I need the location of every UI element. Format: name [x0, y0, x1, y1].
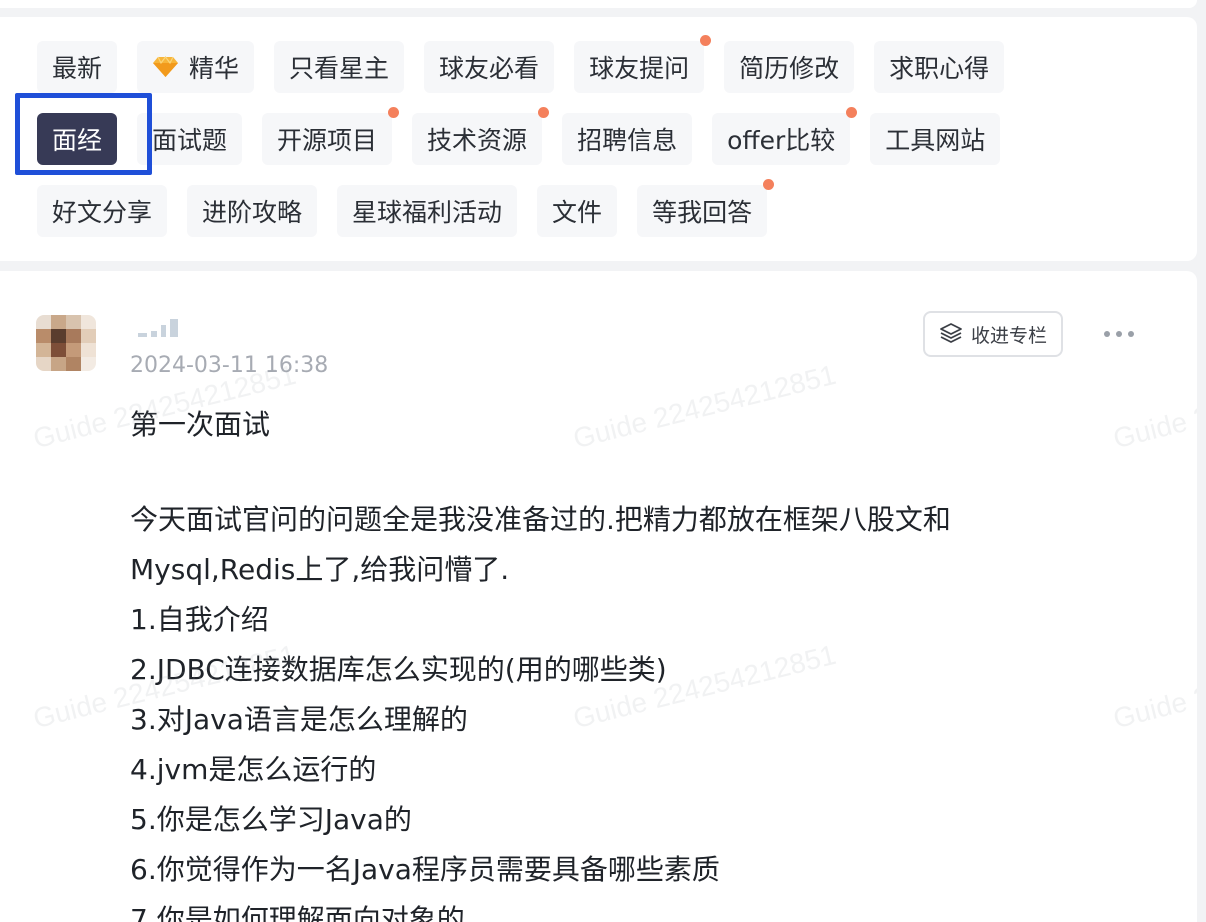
tag-面经[interactable]: 面经 [37, 113, 118, 165]
tag-row-1: 最新 精华 只看星主 球友必看 球友提问 简历修改 求职心得 [37, 35, 1005, 93]
diamond-icon [152, 55, 179, 79]
post-title: 第一次面试 [130, 408, 271, 441]
tag-label: 招聘信息 [577, 126, 678, 155]
tag-label: 星球福利活动 [352, 198, 503, 227]
tag-label: 文件 [552, 198, 603, 227]
top-strip [0, 0, 1197, 8]
tag-球友提问[interactable]: 球友提问 [574, 35, 712, 93]
notification-dot [538, 107, 550, 118]
notification-dot [388, 107, 400, 118]
tag-只看星主[interactable]: 只看星主 [274, 41, 405, 93]
tag-label: 等我回答 [652, 198, 753, 227]
tag-label: 面经 [52, 126, 103, 155]
tag-label: 进阶攻略 [202, 198, 303, 227]
post-content: 今天面试官问的问题全是我没准备过的.把精力都放在框架八股文和 Mysql,Redi… [130, 495, 1130, 922]
tag-label: offer比较 [727, 126, 836, 155]
collect-label: 收进专栏 [970, 324, 1047, 347]
post-timestamp: 2024-03-11 16:38 [130, 353, 329, 378]
tag-好文分享[interactable]: 好文分享 [37, 185, 168, 237]
tag-简历修改[interactable]: 简历修改 [724, 41, 855, 93]
tag-label: 求职心得 [889, 54, 990, 83]
more-options-icon[interactable] [1104, 326, 1140, 342]
tag-技术资源[interactable]: 技术资源 [412, 107, 550, 165]
tag-工具网站[interactable]: 工具网站 [870, 113, 1001, 165]
tag-label: 只看星主 [289, 54, 390, 83]
tag-label: 开源项目 [277, 126, 378, 155]
stack-icon [939, 321, 963, 348]
post-line: 6.你觉得作为一名Java程序员需要具备哪些素质 [130, 853, 720, 886]
notification-dot [846, 107, 858, 118]
post-line: 4.jvm是怎么运行的 [130, 753, 377, 786]
tag-offer比较[interactable]: offer比较 [712, 107, 858, 165]
tag-label: 球友提问 [589, 54, 690, 83]
post-line: 7.你是如何理解面向对象的 [130, 903, 465, 922]
post-line: Mysql,Redis上了,给我问懵了. [130, 553, 510, 586]
tag-label: 球友必看 [439, 54, 540, 83]
tag-进阶攻略[interactable]: 进阶攻略 [187, 185, 318, 237]
tag-label: 最新 [52, 54, 103, 83]
tag-label: 面试题 [152, 126, 228, 155]
post-line: 5.你是怎么学习Java的 [130, 803, 412, 836]
post-line: 3.对Java语言是怎么理解的 [130, 703, 468, 736]
post-card: 2024-03-11 16:38 收进专栏 第一次面试 今天面试官问的问题全是我… [0, 271, 1197, 922]
tag-星球福利活动[interactable]: 星球福利活动 [337, 185, 518, 237]
tag-招聘信息[interactable]: 招聘信息 [562, 113, 693, 165]
collect-to-column-button[interactable]: 收进专栏 [923, 311, 1063, 357]
tag-label: 技术资源 [427, 126, 528, 155]
post-line: 1.自我介绍 [130, 603, 269, 636]
tag-求职心得[interactable]: 求职心得 [874, 41, 1005, 93]
tag-精华[interactable]: 精华 [137, 41, 255, 93]
tag-开源项目[interactable]: 开源项目 [262, 107, 400, 165]
tag-label: 简历修改 [739, 54, 840, 83]
tag-row-3: 好文分享 进阶攻略 星球福利活动 文件 等我回答 [37, 179, 775, 237]
post-line: 今天面试官问的问题全是我没准备过的.把精力都放在框架八股文和 [130, 503, 951, 536]
post-line: 2.JDBC连接数据库怎么实现的(用的哪些类) [130, 653, 667, 686]
tag-label: 好文分享 [52, 198, 153, 227]
notification-dot [763, 179, 775, 190]
tag-label: 工具网站 [885, 126, 986, 155]
avatar[interactable] [36, 315, 96, 371]
notification-dot [700, 35, 712, 46]
tag-面试题[interactable]: 面试题 [137, 113, 243, 165]
tag-label: 精华 [189, 54, 240, 83]
tag-row-2: 面经 面试题 开源项目 技术资源 招聘信息 offer比较 工具网站 [37, 107, 1001, 165]
tag-球友必看[interactable]: 球友必看 [424, 41, 555, 93]
username-blurred[interactable] [138, 315, 184, 337]
post-body: 第一次面试 今天面试官问的问题全是我没准备过的.把精力都放在框架八股文和 Mysq… [130, 405, 1130, 922]
tag-等我回答[interactable]: 等我回答 [637, 179, 775, 237]
category-tags-panel: 最新 精华 只看星主 球友必看 球友提问 简历修改 求职心得 面经 面试题 开源项目 技术资源 招聘… [0, 17, 1197, 261]
tag-最新[interactable]: 最新 [37, 41, 118, 93]
tag-文件[interactable]: 文件 [537, 185, 618, 237]
